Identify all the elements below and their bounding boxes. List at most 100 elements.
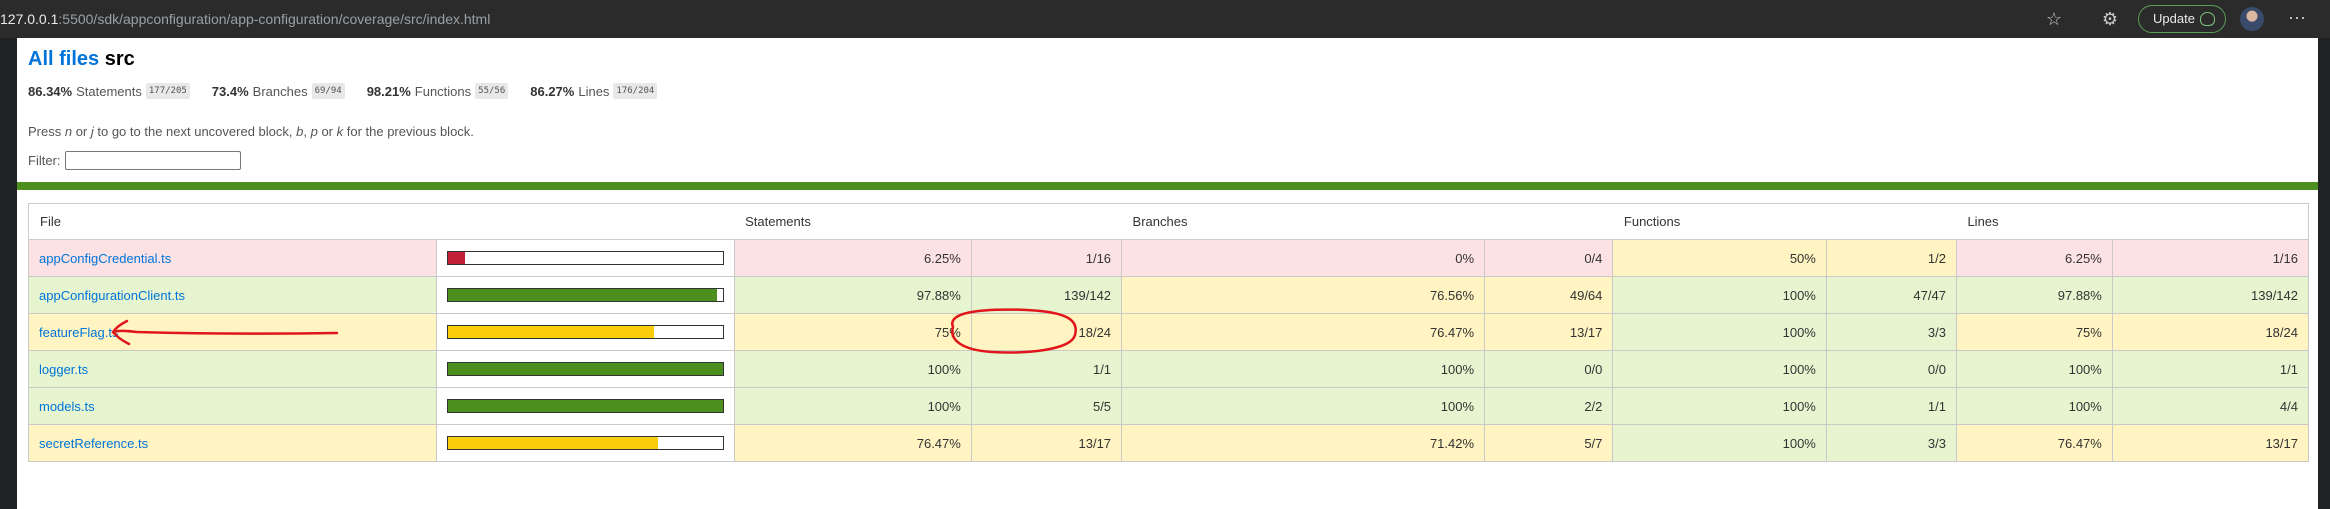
statements-pct: 75% xyxy=(733,313,972,351)
table-row: models.ts 100% 5/5 100% 2/2 100% 1/1 100% 4/4 xyxy=(28,387,2310,425)
summary-pct: 86.27% xyxy=(530,83,575,99)
lines-fraction: 1/16 xyxy=(2111,239,2310,277)
table-row: logger.ts 100% 1/1 100% 0/0 100% 0/0 100% 1/1 xyxy=(28,350,2310,388)
branches-pct: 100% xyxy=(1121,387,1486,425)
branches-pct: 100% xyxy=(1121,350,1486,388)
table-row: appConfigCredential.ts 6.25% 1/16 0% 0/4 50% 1… xyxy=(28,239,2310,277)
summary-pct: 73.4% xyxy=(211,83,249,99)
bar-cell xyxy=(435,387,735,425)
coverage-bar-fill xyxy=(447,252,465,264)
functions-fraction: 1/2 xyxy=(1825,239,1957,277)
coverage-bar-fill xyxy=(447,326,654,338)
header-file[interactable]: File xyxy=(28,203,437,240)
header-bar xyxy=(436,203,735,240)
branches-fraction: 0/0 xyxy=(1484,350,1614,388)
file-link[interactable]: appConfigCredential.ts xyxy=(39,251,171,266)
heart-icon xyxy=(2200,12,2215,26)
extensions-icon[interactable]: ⚙ xyxy=(2099,8,2121,30)
file-cell: models.ts xyxy=(28,387,437,425)
bar-cell xyxy=(435,239,735,277)
table-row: featureFlag.ts 75% 18/24 76.47% 13/17 100% 3/3… xyxy=(28,313,2310,351)
bar-cell xyxy=(435,276,735,314)
coverage-bar xyxy=(446,362,724,376)
coverage-table: File Statements Branches Functions Lines… xyxy=(28,203,2310,462)
file-cell: secretReference.ts xyxy=(28,424,437,462)
all-files-link[interactable]: All files xyxy=(28,48,99,70)
coverage-bar xyxy=(446,325,724,339)
coverage-summary: 86.34% Statements 177/205 73.4% Branches… xyxy=(28,83,679,99)
coverage-bar-fill xyxy=(447,437,658,449)
header-lines[interactable]: Lines xyxy=(1956,203,2113,240)
coverage-bar-fill xyxy=(447,400,723,412)
coverage-bar-fill xyxy=(447,363,723,375)
address-bar[interactable]: 127.0.0.1:5500/sdk/appconfiguration/app-… xyxy=(0,0,490,38)
table-row: secretReference.ts 76.47% 13/17 71.42% 5/7 10… xyxy=(28,424,2310,462)
summary-fraction: 69/94 xyxy=(311,83,345,99)
functions-pct: 50% xyxy=(1612,239,1827,277)
branches-pct: 76.56% xyxy=(1121,276,1486,314)
browser-toolbar: 127.0.0.1:5500/sdk/appconfiguration/app-… xyxy=(0,0,2330,38)
branches-fraction: 5/7 xyxy=(1484,424,1614,462)
branches-pct: 0% xyxy=(1121,239,1486,277)
functions-pct: 100% xyxy=(1612,424,1827,462)
functions-fraction: 3/3 xyxy=(1825,424,1957,462)
functions-pct: 100% xyxy=(1612,313,1827,351)
coverage-bar xyxy=(446,399,724,413)
lines-fraction: 4/4 xyxy=(2111,387,2310,425)
functions-pct: 100% xyxy=(1612,350,1827,388)
statements-pct: 100% xyxy=(733,387,972,425)
branches-pct: 71.42% xyxy=(1121,424,1486,462)
summary-pct: 98.21% xyxy=(366,83,411,99)
branches-fraction: 49/64 xyxy=(1484,276,1614,314)
update-label: Update xyxy=(2153,11,2195,26)
functions-fraction: 47/47 xyxy=(1825,276,1957,314)
dir-name: src xyxy=(104,48,135,70)
lines-pct: 100% xyxy=(1955,387,2113,425)
summary-fraction: 55/56 xyxy=(475,83,509,99)
functions-fraction: 1/1 xyxy=(1825,387,1957,425)
header-branches[interactable]: Branches xyxy=(1121,203,1485,240)
more-menu-icon[interactable]: ⋯ xyxy=(2288,8,2307,29)
file-cell: logger.ts xyxy=(28,350,437,388)
file-link[interactable]: appConfigurationClient.ts xyxy=(39,288,185,303)
coverage-report-page: All files src 86.34% Statements 177/205 … xyxy=(17,38,2318,509)
branches-fraction: 13/17 xyxy=(1484,313,1614,351)
filter-input[interactable] xyxy=(64,151,241,170)
status-line xyxy=(17,182,2318,190)
file-link[interactable]: secretReference.ts xyxy=(39,436,148,451)
bar-cell xyxy=(435,424,735,462)
statements-fraction: 1/1 xyxy=(970,350,1123,388)
keyboard-hint: Press n or j to go to the next uncovered… xyxy=(28,124,474,139)
branches-fraction: 0/4 xyxy=(1484,239,1614,277)
coverage-bar xyxy=(446,436,724,450)
file-link[interactable]: models.ts xyxy=(39,399,95,414)
header-functions[interactable]: Functions xyxy=(1612,203,1827,240)
filter-row: Filter: xyxy=(28,151,241,170)
summary-label: Functions xyxy=(414,83,472,99)
coverage-bar-fill xyxy=(447,289,717,301)
lines-fraction: 139/142 xyxy=(2111,276,2310,314)
file-link[interactable]: logger.ts xyxy=(39,362,88,377)
summary-branches: 73.4% Branches 69/94 xyxy=(212,83,345,99)
functions-fraction: 0/0 xyxy=(1825,350,1957,388)
functions-pct: 100% xyxy=(1612,387,1827,425)
header-statements[interactable]: Statements xyxy=(734,203,972,240)
update-button[interactable]: Update xyxy=(2138,5,2226,33)
lines-pct: 100% xyxy=(1955,350,2113,388)
summary-functions: 98.21% Functions 55/56 xyxy=(367,83,509,99)
summary-fraction: 177/205 xyxy=(145,83,190,99)
page-title: All files src xyxy=(28,48,135,71)
lines-pct: 76.47% xyxy=(1955,424,2113,462)
filter-label: Filter: xyxy=(28,153,61,168)
lines-pct: 97.88% xyxy=(1955,276,2113,314)
functions-pct: 100% xyxy=(1612,276,1827,314)
avatar[interactable] xyxy=(2240,7,2264,31)
file-link[interactable]: featureFlag.ts xyxy=(39,325,119,340)
star-icon[interactable]: ☆ xyxy=(2043,8,2065,30)
coverage-bar xyxy=(446,251,724,265)
url-path: :5500/sdk/appconfiguration/app-configura… xyxy=(58,11,491,27)
lines-pct: 75% xyxy=(1955,313,2113,351)
summary-label: Lines xyxy=(578,83,610,99)
statements-fraction: 18/24 xyxy=(970,313,1123,351)
file-cell: appConfigurationClient.ts xyxy=(28,276,437,314)
